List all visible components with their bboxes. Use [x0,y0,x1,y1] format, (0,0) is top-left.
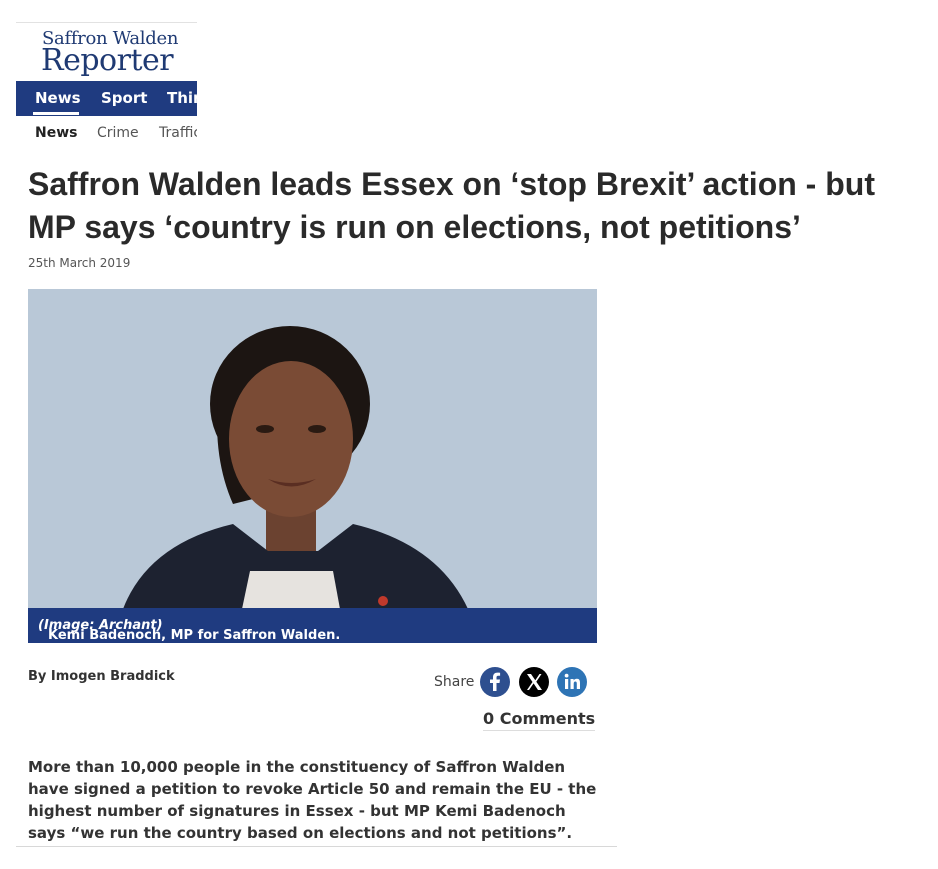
secondary-nav: News Crime Traffic [16,116,197,150]
divider [16,846,617,847]
site-logo[interactable]: Saffron Walden Reporter [16,22,197,81]
share-label: Share [434,674,475,690]
linkedin-icon[interactable] [557,667,587,697]
caption-text: Kemi Badenoch, MP for Saffron Walden. [48,628,341,643]
nav-item-things[interactable]: Thir [167,89,197,107]
facebook-icon[interactable] [480,667,510,697]
photo-caption: Kemi Badenoch, MP for Saffron Walden. (I… [28,608,597,643]
x-icon[interactable] [519,667,549,697]
comments-link[interactable]: 0 Comments [483,709,596,731]
nav-item-news[interactable]: News [35,89,81,107]
article-date: 25th March 2019 [28,256,131,270]
article-body: More than 10,000 people in the constitue… [28,758,597,842]
article-headline: Saffron Walden leads Essex on ‘stop Brex… [28,166,875,245]
subnav-item-news[interactable]: News [35,125,77,141]
logo-line-2: Reporter [41,43,174,78]
article-byline[interactable]: By Imogen Braddick [28,669,175,684]
nav-active-indicator [33,112,79,115]
subnav-item-crime[interactable]: Crime [97,125,139,141]
nav-item-sport[interactable]: Sport [101,89,147,107]
article-photo [28,289,597,609]
primary-nav: News Sport Thir [16,81,197,116]
subnav-item-traffic[interactable]: Traffic [159,125,197,141]
